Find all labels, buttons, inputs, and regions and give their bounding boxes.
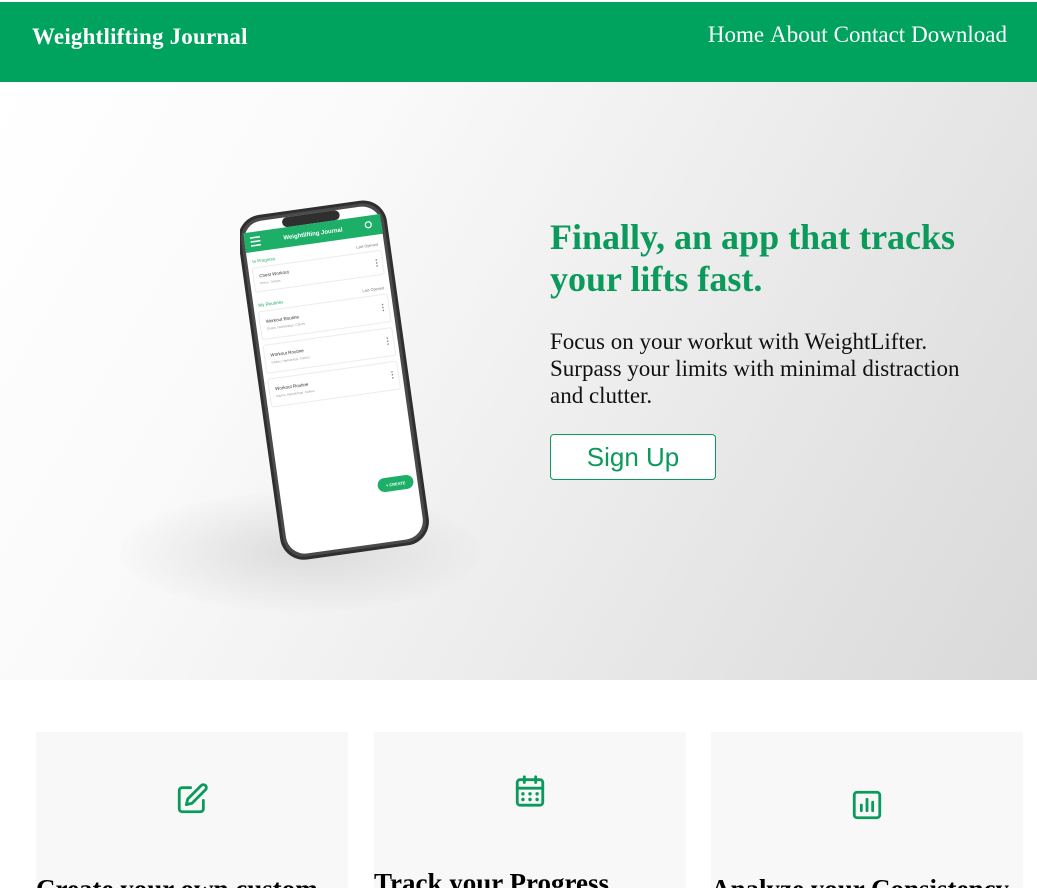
hero-description: Focus on your workut with WeightLifter. … [550, 329, 960, 408]
edit-square-icon [175, 782, 209, 816]
nav-link-about[interactable]: About [770, 22, 828, 48]
brand-logo-text[interactable]: Weightlifting Journal [32, 24, 248, 50]
top-navbar: Weightlifting Journal Home About Contact… [0, 2, 1037, 82]
hero-section: Weightlifting Journal In Progress Last O… [0, 82, 1037, 680]
phone-mockup-image: Weightlifting Journal In Progress Last O… [240, 194, 440, 564]
nav-links: Home About Contact Download [708, 22, 1007, 48]
feature-title-create: Create your own custom [36, 874, 348, 888]
feature-title-analyze: Analyze your Consistency [711, 874, 1023, 888]
bar-chart-icon [850, 788, 884, 822]
nav-link-download[interactable]: Download [911, 22, 1007, 48]
hero-headline: Finally, an app that tracks your lifts f… [550, 217, 956, 299]
feature-card-analyze: Analyze your Consistency [711, 732, 1023, 888]
feature-card-track: Track your Progress [374, 732, 686, 888]
calendar-icon [513, 774, 547, 808]
nav-link-home[interactable]: Home [708, 22, 764, 48]
nav-link-contact[interactable]: Contact [834, 22, 906, 48]
feature-title-track: Track your Progress [374, 868, 609, 888]
sign-up-button[interactable]: Sign Up [550, 434, 716, 480]
feature-card-create: Create your own custom [36, 732, 348, 888]
